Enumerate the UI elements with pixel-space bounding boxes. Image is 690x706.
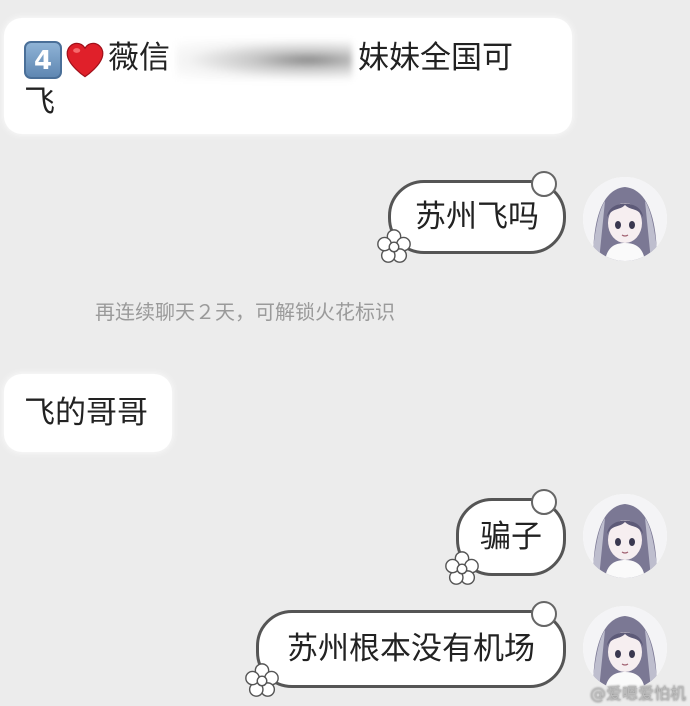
received-message[interactable]: 飞的哥哥 — [4, 374, 172, 452]
flower-decoration-icon — [245, 663, 279, 697]
message-text: 妹妹全国可 — [358, 40, 513, 76]
message-text: 飞 — [24, 84, 55, 120]
red-heart-icon — [66, 42, 104, 78]
message-text: 薇信 — [108, 40, 170, 76]
keycap-4-icon: 4 — [24, 40, 62, 79]
sent-message[interactable]: 苏州根本没有机场 — [245, 601, 566, 697]
received-message[interactable]: 4 薇信 妹妹全国可飞 — [4, 18, 572, 134]
bubble-ornament-icon — [531, 489, 557, 515]
sent-message[interactable]: 骗子 — [445, 489, 566, 585]
message-text: 苏州飞吗 — [415, 199, 539, 235]
message-text: 飞的哥哥 — [24, 395, 148, 431]
bubble-ornament-icon — [531, 601, 557, 627]
anime-girl-avatar-icon[interactable] — [583, 177, 667, 261]
flower-decoration-icon — [377, 229, 411, 263]
anime-girl-avatar-icon[interactable] — [583, 606, 667, 690]
system-notice: 再连续聊天２天，可解锁火花标识 — [95, 300, 395, 324]
sent-message[interactable]: 苏州飞吗 — [377, 171, 566, 263]
redacted-area — [176, 39, 352, 80]
message-text: 骗子 — [480, 519, 542, 555]
anime-girl-avatar-icon[interactable] — [583, 494, 667, 578]
watermark: @爱嗯爱怕机 — [589, 684, 686, 703]
bubble-ornament-icon — [531, 171, 557, 197]
flower-decoration-icon — [445, 551, 479, 585]
message-text: 苏州根本没有机场 — [287, 631, 535, 667]
